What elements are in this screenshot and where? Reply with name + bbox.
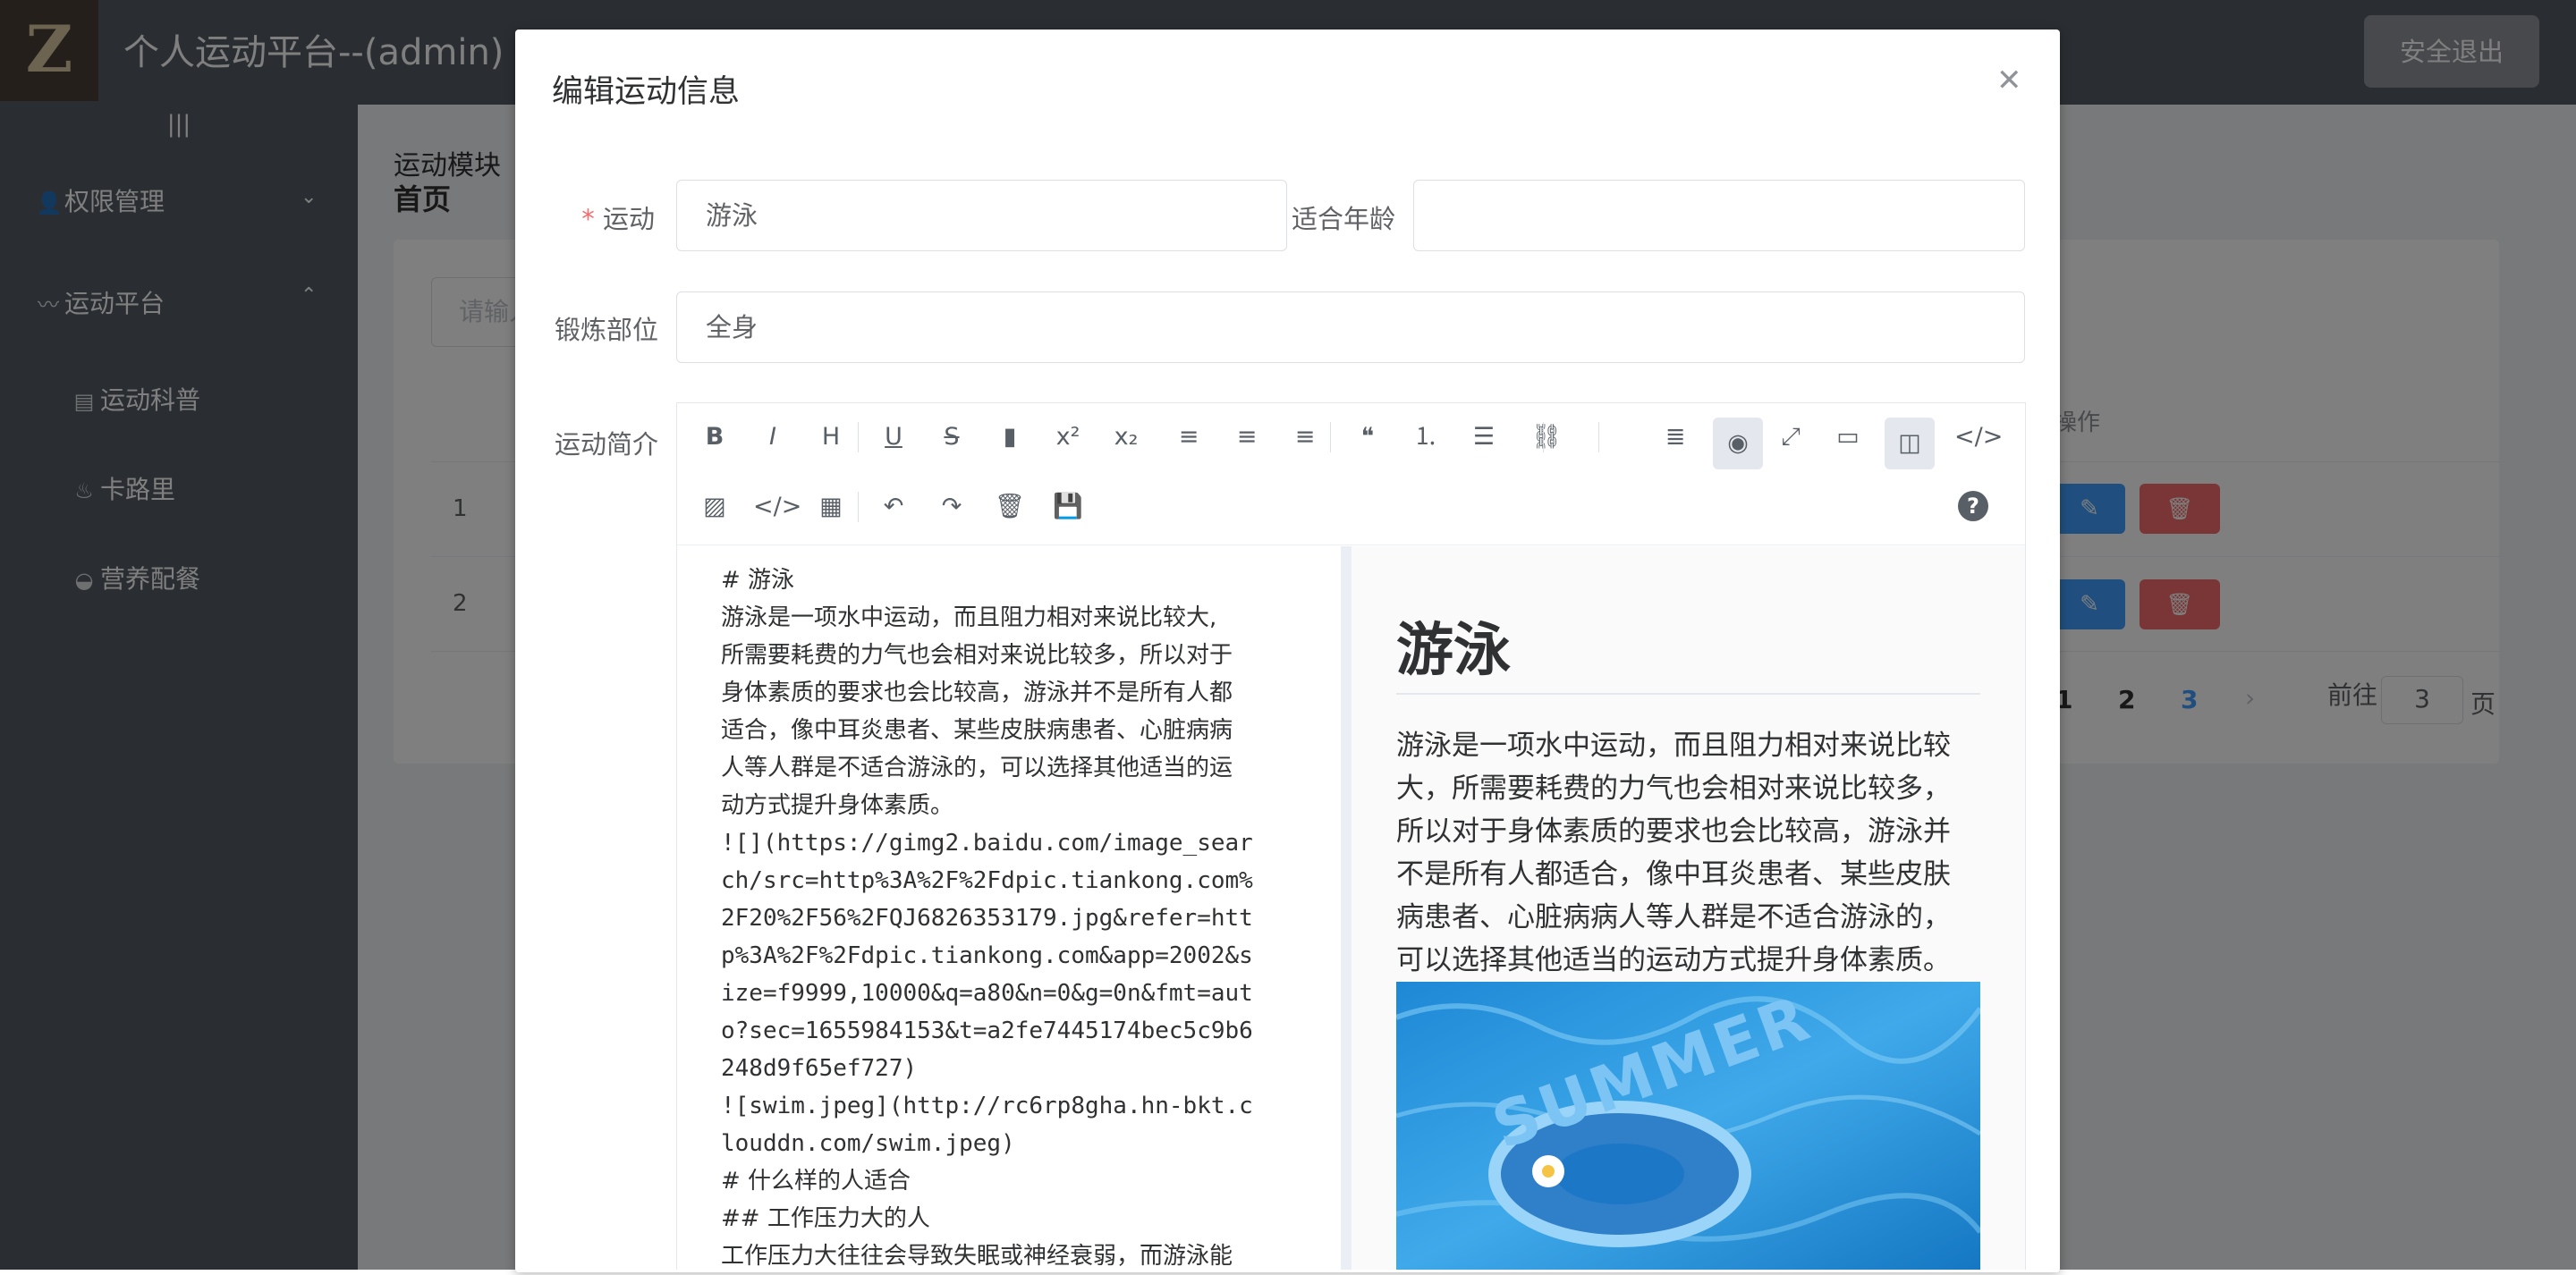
align-center-icon[interactable]: ≡	[1227, 418, 1267, 457]
markdown-line: ![swim.jpeg](http://rc6rp8gha.hn-bkt.c	[721, 1093, 1253, 1119]
markdown-line: ## 工作压力大的人	[721, 1205, 930, 1232]
code-icon[interactable]: </>	[753, 487, 801, 527]
markdown-line: ize=f9999,10000&q=a80&n=0&g=0n&fmt=aut	[721, 980, 1253, 1007]
markdown-line: 游泳是一项水中运动，而且阻力相对来说比较大,	[721, 604, 1217, 631]
split-view-icon[interactable]: ◫	[1885, 418, 1935, 469]
markdown-line: louddn.com/swim.jpeg)	[721, 1130, 1015, 1157]
preview-paragraph-line: 病患者、心脏病病人等人群是不适合游泳的，	[1396, 901, 1951, 933]
navigation-icon[interactable]: ≣	[1656, 418, 1695, 457]
intro-label: 运动简介	[555, 429, 659, 460]
underline-icon[interactable]: U	[874, 418, 913, 457]
markdown-line: ch/src=http%3A%2F%2Fdpic.tiankong.com%	[721, 867, 1253, 894]
toolbar-separator	[1543, 422, 1544, 452]
preview-paragraph-line: 不是所有人都适合，像中耳炎患者、某些皮肤	[1396, 858, 1951, 891]
markdown-line: 2F20%2F56%2FQJ6826353179.jpg&refer=htt	[721, 905, 1253, 932]
preview-heading: 游泳	[1396, 618, 1511, 684]
dialog-title: 编辑运动信息	[552, 74, 741, 110]
part-label: 锻炼部位	[555, 315, 659, 345]
table-icon[interactable]: ▦	[811, 487, 851, 527]
fullscreen-icon[interactable]: ⤢	[1771, 418, 1810, 457]
toolbar-separator	[858, 492, 859, 522]
markdown-line: ![](https://gimg2.baidu.com/image_sear	[721, 830, 1253, 857]
markdown-line: 适合，像中耳炎患者、某些皮肤病患者、心脏病病	[721, 717, 1233, 744]
bold-icon[interactable]: B	[695, 418, 734, 457]
sport-input[interactable]: 游泳	[676, 180, 1287, 251]
ordered-list-icon[interactable]: ⒈	[1406, 418, 1445, 457]
preview-paragraph-line: 游泳是一项水中运动，而且阻力相对来说比较	[1396, 730, 1951, 762]
markdown-line: 身体素质的要求也会比较高，游泳并不是所有人都	[721, 680, 1233, 706]
html-code-icon[interactable]: </>	[1954, 418, 2003, 457]
strikethrough-icon[interactable]: S	[932, 418, 971, 457]
bookmark-icon[interactable]: ▮	[990, 418, 1030, 457]
redo-icon[interactable]: ↷	[932, 487, 971, 527]
preview-paragraph-line: 大，所需要耗费的力气也会相对来说比较多，	[1396, 773, 1951, 805]
trash-icon[interactable]: 🗑	[990, 487, 1030, 527]
italic-icon[interactable]: I	[753, 418, 792, 457]
markdown-line: 所需要耗费的力气也会相对来说比较多，所以对于	[721, 642, 1233, 669]
close-icon[interactable]: ✕	[1996, 63, 2022, 98]
pane-divider[interactable]	[1341, 546, 1352, 1270]
markdown-line: o?sec=1655984153&t=a2fe7445174bec5c9b6	[721, 1017, 1253, 1044]
preview-toggle-icon[interactable]: ◉	[1713, 418, 1763, 469]
link-icon[interactable]: ⛓	[1527, 418, 1566, 457]
preview-heading-rule	[1396, 693, 1980, 695]
heading-icon[interactable]: H	[811, 418, 851, 457]
subscript-icon[interactable]: x₂	[1106, 418, 1146, 457]
markdown-line: 人等人群是不适合游泳的，可以选择其他适当的运	[721, 755, 1233, 781]
window-icon[interactable]: ▭	[1828, 418, 1868, 457]
preview-paragraph-line: 所以对于身体素质的要求也会比较高，游泳并	[1396, 815, 1951, 848]
part-input[interactable]: 全身	[676, 291, 2025, 363]
markdown-line: 动方式提升身体素质。	[721, 792, 954, 819]
markdown-line: 248d9f65ef727)	[721, 1055, 918, 1082]
align-right-icon[interactable]: ≡	[1285, 418, 1325, 457]
age-input[interactable]	[1413, 180, 2025, 251]
age-label: 适合年龄	[1292, 204, 1396, 234]
help-icon[interactable]: ?	[1958, 491, 1988, 521]
preview-paragraph-line: 可以选择其他适当的运动方式提升身体素质。	[1396, 944, 1951, 976]
superscript-icon[interactable]: x²	[1048, 418, 1088, 457]
editor-toolbar: ? B I H U S ▮ x² x₂ ≡ ≡ ≡ ❝ ⒈ ☰ ⛓ ≣ ◉ ⤢ ▭ ◫ </> ▨ </> ▦ ↶ ↷ 🗑 💾	[677, 403, 2025, 545]
undo-icon[interactable]: ↶	[874, 487, 913, 527]
toolbar-separator	[1330, 422, 1331, 452]
save-icon[interactable]: 💾	[1048, 487, 1088, 527]
toolbar-separator	[858, 422, 859, 452]
image-icon[interactable]: ▨	[695, 487, 734, 527]
markdown-line: p%3A%2F%2Fdpic.tiankong.com&app=2002&s	[721, 942, 1253, 969]
markdown-line: # 游泳	[721, 567, 795, 594]
toolbar-separator	[1598, 422, 1599, 452]
markdown-line: # 什么样的人适合	[721, 1168, 911, 1195]
preview-image: SUMMER	[1396, 982, 1980, 1270]
align-left-icon[interactable]: ≡	[1169, 418, 1208, 457]
sport-label: * 运动	[581, 204, 655, 234]
quote-icon[interactable]: ❝	[1348, 418, 1387, 457]
unordered-list-icon[interactable]: ☰	[1464, 418, 1504, 457]
